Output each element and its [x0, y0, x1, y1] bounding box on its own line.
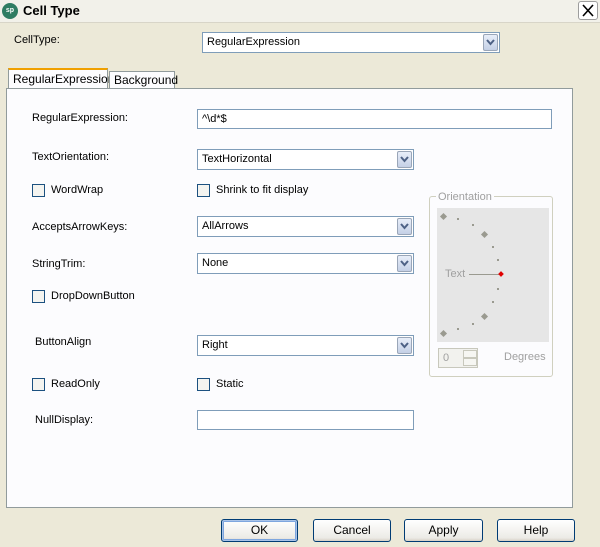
celltype-select[interactable]: RegularExpression — [202, 32, 500, 53]
dial-mark — [457, 328, 459, 330]
degrees-spinner[interactable]: 0 — [438, 348, 478, 368]
string-trim-value: None — [202, 257, 229, 269]
string-trim-select[interactable]: None — [197, 253, 414, 274]
tab-label: RegularExpression — [13, 72, 115, 86]
orientation-selected-marker — [498, 271, 504, 277]
degrees-label: Degrees — [504, 351, 546, 363]
shrink-checkbox[interactable] — [197, 184, 210, 197]
shrink-label: Shrink to fit display — [216, 184, 309, 196]
readonly-label: ReadOnly — [51, 378, 100, 390]
accepts-arrow-keys-select[interactable]: AllArrows — [197, 216, 414, 237]
dial-mark — [457, 218, 459, 220]
readonly-checkbox[interactable] — [32, 378, 45, 391]
ok-button[interactable]: OK — [221, 519, 298, 542]
button-align-label: ButtonAlign — [35, 336, 92, 348]
chevron-down-icon[interactable] — [397, 218, 412, 235]
dial-mark — [439, 212, 448, 221]
title-bar: sp Cell Type — [0, 0, 600, 23]
orientation-sample-text: Text — [445, 268, 466, 280]
dial-mark — [497, 288, 499, 290]
chevron-down-icon[interactable] — [397, 337, 412, 354]
apply-button[interactable]: Apply — [404, 519, 483, 542]
tab-label: Background — [114, 73, 179, 87]
null-display-input[interactable] — [197, 410, 414, 430]
dial-mark — [492, 246, 494, 248]
app-icon: sp — [2, 3, 18, 19]
chevron-down-icon[interactable] — [397, 255, 412, 272]
text-orientation-value: TextHorizontal — [202, 153, 272, 165]
celltype-label: CellType: — [14, 34, 60, 46]
wordwrap-checkbox[interactable] — [32, 184, 45, 197]
chevron-down-icon[interactable] — [483, 34, 498, 51]
dial-mark — [472, 224, 474, 226]
celltype-value: RegularExpression — [207, 36, 300, 48]
regex-input[interactable]: ^\d*$ — [197, 109, 552, 129]
text-orientation-select[interactable]: TextHorizontal — [197, 149, 414, 170]
dropdown-button-label: DropDownButton — [51, 290, 135, 302]
tab-background[interactable]: Background — [109, 71, 179, 88]
dial-mark — [439, 329, 448, 338]
string-trim-label: StringTrim: — [32, 258, 86, 270]
orientation-title: Orientation — [436, 191, 494, 203]
regex-label: RegularExpression: — [32, 112, 128, 124]
window-title: Cell Type — [23, 3, 80, 18]
orientation-line — [469, 274, 499, 275]
dropdown-button-checkbox[interactable] — [32, 290, 45, 303]
text-orientation-label: TextOrientation: — [32, 151, 110, 163]
accepts-arrow-keys-label: AcceptsArrowKeys: — [32, 221, 128, 233]
accepts-arrow-keys-value: AllArrows — [202, 220, 249, 232]
regex-value: ^\d*$ — [202, 113, 227, 125]
button-align-value: Right — [202, 339, 228, 351]
dial-mark — [480, 230, 489, 239]
close-icon — [582, 4, 594, 17]
static-label: Static — [216, 378, 244, 390]
tab-regularexpression[interactable]: RegularExpression — [8, 68, 114, 89]
help-button[interactable]: Help — [497, 519, 575, 542]
dial-mark — [472, 323, 474, 325]
button-align-select[interactable]: Right — [197, 335, 414, 356]
cancel-button[interactable]: Cancel — [313, 519, 391, 542]
null-display-label: NullDisplay: — [35, 414, 94, 426]
close-button[interactable] — [578, 1, 598, 20]
static-checkbox[interactable] — [197, 378, 210, 391]
degrees-value: 0 — [443, 352, 450, 364]
orientation-dial[interactable]: Text — [437, 208, 549, 342]
dial-mark — [492, 301, 494, 303]
spin-up-icon[interactable] — [463, 350, 477, 358]
dial-mark — [497, 259, 499, 261]
wordwrap-label: WordWrap — [51, 184, 104, 196]
dial-mark — [480, 312, 489, 321]
spin-down-icon[interactable] — [463, 358, 477, 366]
chevron-down-icon[interactable] — [397, 151, 412, 168]
